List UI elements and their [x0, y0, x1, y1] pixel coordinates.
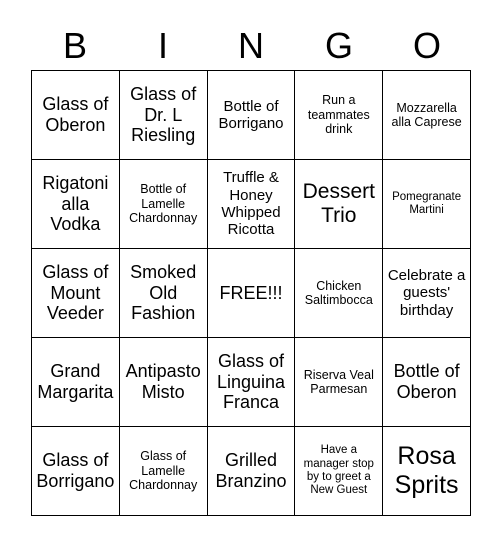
bingo-cell-label: Glass of Borrigano	[36, 450, 115, 491]
bingo-cell-label: Grand Margarita	[37, 361, 114, 402]
bingo-cell[interactable]: Rigatoni alla Vodka	[32, 160, 120, 249]
header-letter-i: I	[157, 24, 168, 66]
bingo-cell[interactable]: Bottle of Borrigano	[207, 71, 296, 160]
bingo-cell-label: Riserva Veal Parmesan	[303, 367, 374, 397]
bingo-cell[interactable]: Dessert Trio	[295, 160, 384, 249]
bingo-cell[interactable]: Bottle of Lamelle Chardonnay	[119, 160, 208, 249]
bingo-cell[interactable]: Chicken Saltimbocca	[295, 249, 384, 338]
bingo-cell[interactable]: Truffle & Honey Whipped Ricotta	[207, 160, 296, 249]
bingo-header-row: B I N G O	[31, 21, 471, 70]
bingo-cell-label: Glass of Linguina Franca	[216, 350, 286, 413]
bingo-cell-label: Glass of Lamelle Chardonnay	[129, 449, 198, 493]
bingo-cell-label: FREE!!!	[219, 282, 283, 303]
bingo-cell[interactable]: Glass of Oberon	[32, 71, 120, 160]
bingo-cell[interactable]: Grilled Branzino	[207, 427, 296, 516]
bingo-cell[interactable]: Run a teammates drink	[295, 71, 384, 160]
bingo-cell-label: Chicken Saltimbocca	[304, 278, 373, 308]
bingo-cell-label: Antipasto Misto	[125, 361, 201, 402]
bingo-cell-label: Celebrate a guests' birthday	[387, 266, 466, 319]
bingo-cell-label: Rosa Sprits	[394, 442, 459, 499]
header-letter-n: N	[238, 24, 264, 66]
bingo-cell[interactable]: Smoked Old Fashion	[119, 249, 208, 338]
bingo-cell-label: Glass of Dr. L Riesling	[130, 83, 197, 146]
header-letter-b: B	[62, 24, 87, 66]
bingo-cell[interactable]: Have a manager stop by to greet a New Gu…	[295, 427, 384, 516]
bingo-cell[interactable]: Glass of Linguina Franca	[207, 338, 296, 427]
bingo-cell-label: Smoked Old Fashion	[130, 261, 197, 324]
header-letter-g: G	[324, 24, 353, 66]
bingo-cell-label: Rigatoni alla Vodka	[42, 172, 109, 235]
bingo-cell[interactable]: Glass of Lamelle Chardonnay	[119, 427, 208, 516]
bingo-cell[interactable]: Glass of Borrigano	[32, 427, 120, 516]
bingo-cell-free[interactable]: FREE!!!	[207, 249, 296, 338]
bingo-cell-label: Mozzarella alla Caprese	[391, 100, 462, 130]
bingo-cell[interactable]: Celebrate a guests' birthday	[383, 249, 471, 338]
bingo-cell-label: Truffle & Honey Whipped Ricotta	[221, 169, 281, 239]
bingo-cell-label: Dessert Trio	[302, 179, 375, 227]
bingo-cell[interactable]: Antipasto Misto	[119, 338, 208, 427]
bingo-cell-label: Glass of Oberon	[42, 94, 109, 135]
bingo-card: B I N G O Glass of Oberon Glass of Dr. L…	[0, 0, 500, 544]
bingo-cell[interactable]: Glass of Mount Veeder	[32, 249, 120, 338]
bingo-cell[interactable]: Bottle of Oberon	[383, 338, 471, 427]
bingo-cell-label: Grilled Branzino	[215, 450, 287, 491]
bingo-grid: Glass of Oberon Glass of Dr. L Riesling …	[31, 70, 471, 516]
bingo-cell-label: Bottle of Oberon	[393, 361, 460, 402]
bingo-cell-label: Glass of Mount Veeder	[42, 261, 109, 324]
bingo-cell-label: Have a manager stop by to greet a New Gu…	[303, 444, 374, 497]
bingo-cell[interactable]: Pomegranate Martini	[383, 160, 471, 249]
bingo-cell-label: Bottle of Borrigano	[218, 97, 284, 132]
bingo-cell-label: Bottle of Lamelle Chardonnay	[129, 182, 198, 226]
bingo-cell-label: Pomegranate Martini	[392, 190, 462, 216]
bingo-cell[interactable]: Rosa Sprits	[383, 427, 471, 516]
bingo-cell[interactable]: Riserva Veal Parmesan	[295, 338, 384, 427]
bingo-cell[interactable]: Glass of Dr. L Riesling	[119, 71, 208, 160]
bingo-cell[interactable]: Grand Margarita	[32, 338, 120, 427]
header-letter-o: O	[412, 24, 441, 66]
bingo-cell-label: Run a teammates drink	[307, 93, 370, 137]
bingo-cell[interactable]: Mozzarella alla Caprese	[383, 71, 471, 160]
